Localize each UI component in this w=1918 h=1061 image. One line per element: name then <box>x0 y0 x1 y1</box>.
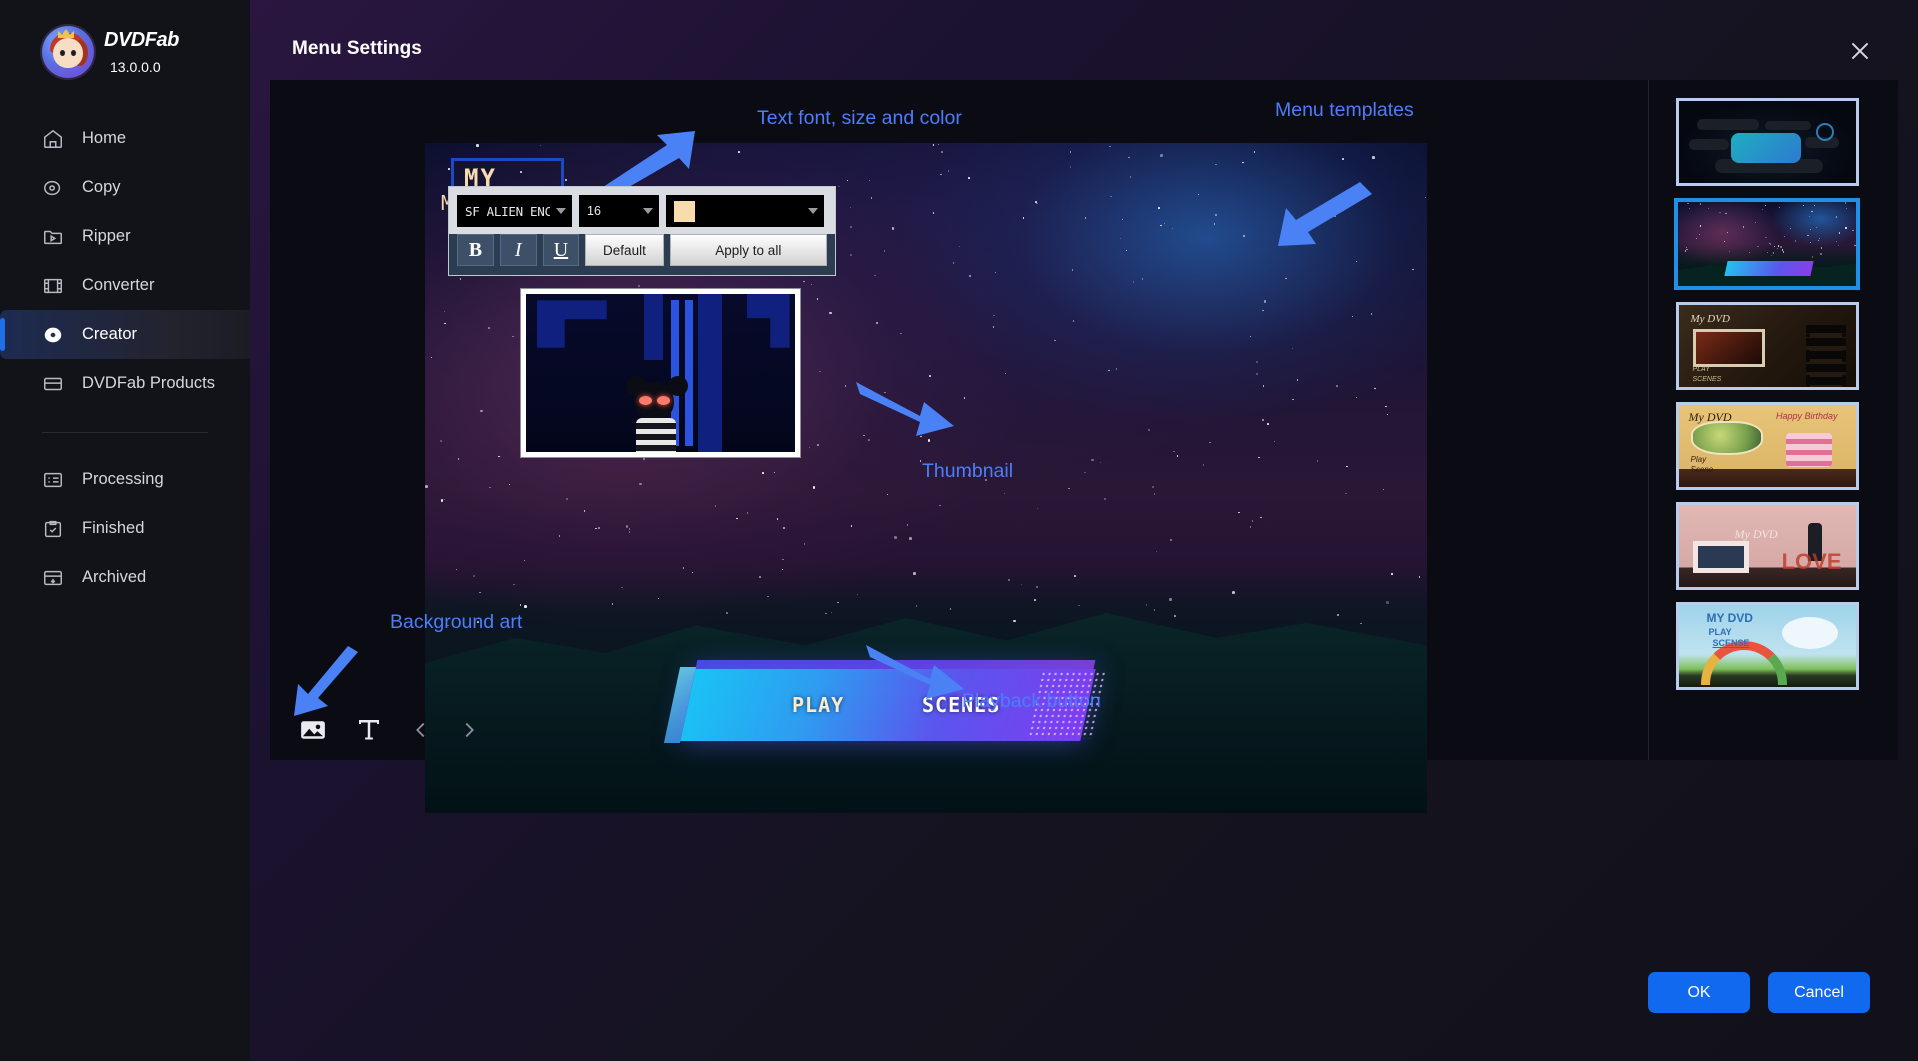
template-title: MY DVD <box>1707 611 1753 625</box>
arrow-to-background-art <box>290 640 370 720</box>
chevron-down-icon <box>643 208 653 214</box>
sidebar-item-label: Copy <box>82 178 121 197</box>
sidebar-item-label: Converter <box>82 276 154 295</box>
clipboard-check-icon <box>42 518 64 540</box>
template-item-scifi[interactable] <box>1676 98 1859 186</box>
annotation-background-art: Background art <box>390 611 522 634</box>
list-icon <box>42 469 64 491</box>
template-item-wedding[interactable]: My DVD LOVE <box>1676 502 1859 590</box>
template-play-label: PLAY <box>1693 366 1710 373</box>
arrow-to-playback-button <box>860 635 970 705</box>
sidebar-item-archived[interactable]: Archived <box>0 553 250 602</box>
sidebar-item-label: Processing <box>82 470 164 489</box>
play-label[interactable]: PLAY <box>792 693 844 717</box>
templates-divider <box>1648 80 1649 760</box>
box-icon <box>42 373 64 395</box>
apply-to-all-button[interactable]: Apply to all <box>670 234 827 266</box>
menu-templates-list[interactable]: My DVD PLAY SCENES My DVD Happy Birthday… <box>1662 90 1872 750</box>
app-version: 13.0.0.0 <box>110 59 179 75</box>
ok-button[interactable]: OK <box>1648 972 1750 1013</box>
copy-disc-icon <box>42 177 64 199</box>
font-toolbar-row-2: B I U Default Apply to all <box>449 234 835 275</box>
sidebar-nav: Home Copy Ripper Converter Creator DVDFa… <box>0 114 250 602</box>
sidebar-item-dvdfab-products[interactable]: DVDFab Products <box>0 359 250 408</box>
sidebar-item-label: Home <box>82 129 126 148</box>
brand-block: DVDFab 13.0.0.0 <box>0 0 250 78</box>
text-icon[interactable] <box>354 715 384 745</box>
annotation-text-font: Text font, size and color <box>757 107 962 130</box>
annotation-playback-button: Playback button <box>962 690 1101 713</box>
chevron-down-icon <box>808 208 818 214</box>
disc-icon <box>42 324 64 346</box>
sidebar-item-label: Archived <box>82 568 146 587</box>
underline-button[interactable]: U <box>543 234 580 266</box>
template-item-galaxy[interactable] <box>1674 198 1860 290</box>
ripper-folder-icon <box>42 226 64 248</box>
template-badge: Happy Birthday <box>1776 411 1838 421</box>
sidebar: DVDFab 13.0.0.0 Home Copy Ripper Convert… <box>0 0 250 1061</box>
template-title: My DVD <box>1735 527 1778 542</box>
template-item-birthday[interactable]: My DVD Happy Birthday Play Scene <box>1676 402 1859 490</box>
arrow-to-font-toolbar <box>595 125 705 195</box>
chevron-down-icon <box>556 208 566 214</box>
sidebar-item-label: Creator <box>82 325 137 344</box>
film-strip-icon <box>42 275 64 297</box>
font-size-select[interactable]: 16 <box>579 195 659 227</box>
sidebar-item-ripper[interactable]: Ripper <box>0 212 250 261</box>
font-toolbar-row-1: SF ALIEN ENCOUI 16 <box>449 187 835 234</box>
chevron-left-icon[interactable] <box>410 717 432 743</box>
template-item-film[interactable]: My DVD PLAY SCENES <box>1676 302 1859 390</box>
archive-icon <box>42 567 64 589</box>
template-scenes-label: Scene <box>1691 465 1714 474</box>
brand-name: DVDFab <box>104 29 179 52</box>
italic-button[interactable]: I <box>500 234 537 266</box>
dialog-title: Menu Settings <box>292 38 422 60</box>
annotation-menu-templates: Menu templates <box>1275 99 1414 122</box>
dialog-footer: OK Cancel <box>1648 972 1870 1013</box>
dvdfab-logo-icon <box>42 26 94 78</box>
chevron-right-icon[interactable] <box>458 717 480 743</box>
sidebar-item-processing[interactable]: Processing <box>0 455 250 504</box>
sidebar-item-label: Ripper <box>82 227 131 246</box>
annotation-thumbnail: Thumbnail <box>922 460 1013 483</box>
template-play-label: Play <box>1691 455 1707 464</box>
arrow-to-templates <box>1270 180 1380 260</box>
app-window: DVDFab 13.0.0.0 Home Copy Ripper Convert… <box>0 0 1918 1061</box>
sidebar-item-finished[interactable]: Finished <box>0 504 250 553</box>
sidebar-item-label: Finished <box>82 519 144 538</box>
template-play-label: PLAY <box>1709 627 1732 637</box>
home-icon <box>42 128 64 150</box>
default-button[interactable]: Default <box>585 234 663 266</box>
sidebar-item-copy[interactable]: Copy <box>0 163 250 212</box>
cancel-button[interactable]: Cancel <box>1768 972 1870 1013</box>
image-icon[interactable] <box>298 715 328 745</box>
template-scenes-label: SCENES <box>1693 376 1722 383</box>
settings-panel: MY DVD MY DVD SF ALIEN ENCOUI 16 <box>270 80 1898 760</box>
arrow-to-thumbnail <box>850 370 960 440</box>
thumbnail-image <box>526 294 795 452</box>
sidebar-item-converter[interactable]: Converter <box>0 261 250 310</box>
template-love-text: LOVE <box>1782 549 1842 575</box>
sidebar-item-home[interactable]: Home <box>0 114 250 163</box>
font-family-value: SF ALIEN ENCOUI <box>465 204 550 219</box>
bold-button[interactable]: B <box>457 234 494 266</box>
template-title: My DVD <box>1691 313 1730 325</box>
template-scenes-label: SCENSE <box>1713 638 1750 648</box>
menu-settings-dialog: Menu Settings MY DVD MY DVD SF ALIEN ENC… <box>250 0 1918 1061</box>
stage-toolstrip <box>298 715 480 745</box>
sidebar-item-creator[interactable]: Creator <box>0 310 250 359</box>
close-icon[interactable] <box>1847 38 1873 64</box>
menu-thumbnail[interactable] <box>521 289 800 457</box>
sidebar-item-label: DVDFab Products <box>82 374 215 393</box>
font-toolbar-popup: SF ALIEN ENCOUI 16 <box>448 186 836 276</box>
template-item-kids[interactable]: MY DVD PLAY SCENSE <box>1676 602 1859 690</box>
font-size-value: 16 <box>587 204 637 218</box>
font-family-select[interactable]: SF ALIEN ENCOUI <box>457 195 572 227</box>
color-swatch <box>674 201 695 222</box>
sidebar-divider <box>42 432 208 433</box>
font-color-select[interactable] <box>666 195 824 227</box>
